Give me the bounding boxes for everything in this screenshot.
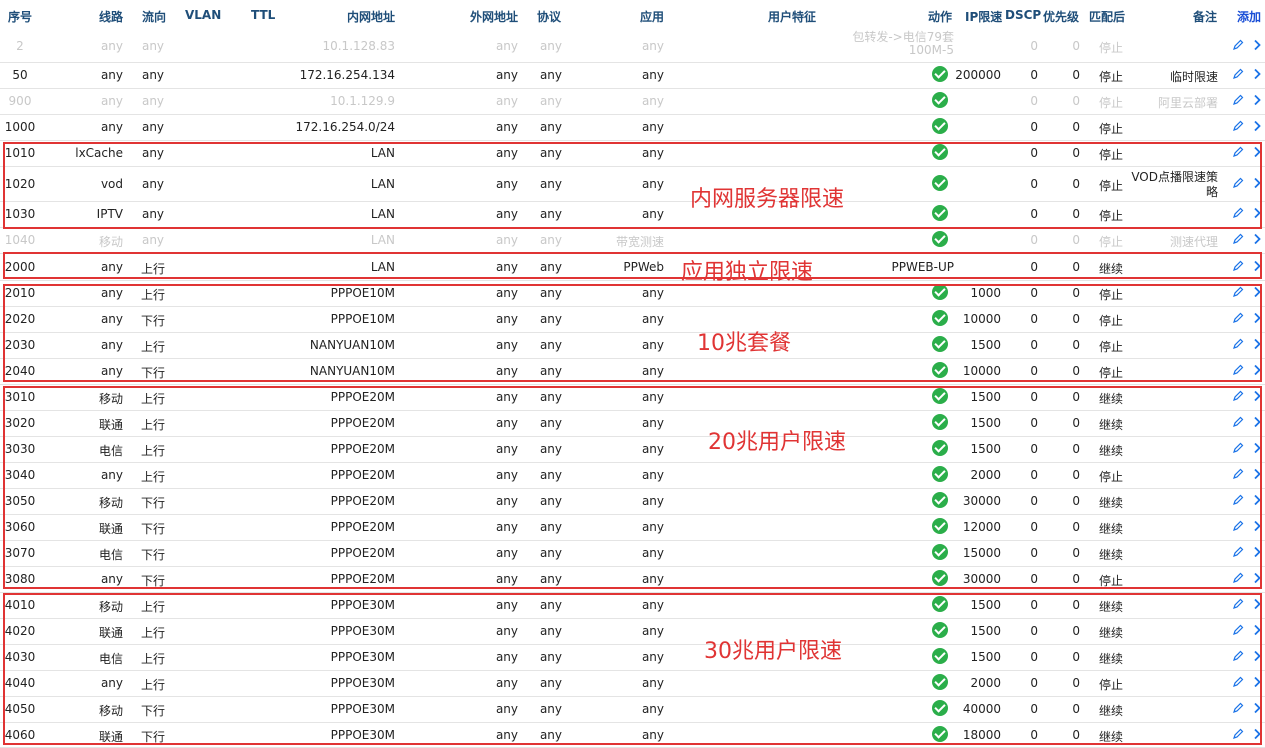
- cell-wan: any: [495, 94, 518, 108]
- cell-note: 阿里云部署: [1157, 96, 1218, 110]
- cell-proto: any: [539, 39, 562, 53]
- cell-app: any: [641, 120, 664, 134]
- cell-wan: any: [495, 120, 518, 134]
- col-dir[interactable]: 流向: [142, 8, 166, 25]
- cell-seq: 1040: [4, 233, 36, 247]
- cell-prio: 0: [1072, 94, 1080, 108]
- cell-after: 停止: [1099, 41, 1124, 55]
- col-seq[interactable]: 序号: [8, 8, 32, 25]
- cell-app: any: [641, 68, 664, 82]
- col-ttl[interactable]: TTL: [251, 8, 275, 22]
- cell-prio: 0: [1072, 68, 1080, 82]
- annotation-30m-users: 30兆用户限速: [704, 639, 842, 664]
- cell-dscp: 0: [1030, 233, 1038, 247]
- pencil-icon[interactable]: [1232, 39, 1244, 51]
- pencil-icon[interactable]: [1232, 233, 1244, 245]
- check-circle-icon: [932, 92, 948, 108]
- col-action[interactable]: 动作: [928, 8, 952, 25]
- cell-proto: any: [539, 94, 562, 108]
- annotation-app-limit: 应用独立限速: [681, 260, 814, 285]
- chevron-right-icon[interactable]: [1252, 120, 1262, 132]
- cell-proto: any: [539, 120, 562, 134]
- cell-dir: any: [141, 94, 165, 108]
- cell-lan: LAN: [370, 233, 395, 247]
- col-lan[interactable]: 内网地址: [347, 8, 395, 25]
- cell-dir: any: [141, 120, 165, 134]
- cell-lan: 172.16.254.0/24: [295, 120, 395, 134]
- col-app[interactable]: 应用: [640, 8, 664, 25]
- check-circle-icon: [932, 66, 948, 82]
- col-iplimit[interactable]: IP限速: [965, 8, 1002, 25]
- cell-proto: any: [539, 233, 562, 247]
- cell-line: 移动: [98, 235, 123, 249]
- cell-note: 测速代理: [1169, 235, 1218, 249]
- cell-app: 带宽测速: [615, 235, 664, 249]
- cell-line: any: [100, 68, 123, 82]
- cell-dscp: 0: [1030, 68, 1038, 82]
- cell-line: any: [100, 94, 123, 108]
- col-note[interactable]: 备注: [1193, 8, 1217, 25]
- cell-proto: any: [539, 68, 562, 82]
- cell-app: any: [641, 94, 664, 108]
- cell-wan: any: [495, 39, 518, 53]
- table-row[interactable]: 2 any any 10.1.128.83 any any any 包转发->电信79套 100…: [0, 30, 1265, 63]
- cell-action-text-2: 100M-5: [908, 43, 954, 57]
- cell-seq: 50: [12, 68, 28, 82]
- cell-seq: 1000: [4, 120, 36, 134]
- pencil-icon[interactable]: [1232, 94, 1244, 106]
- table-row[interactable]: 50 any any 172.16.254.134 any any any 200000 0 0 停…: [0, 62, 1265, 89]
- cell-lan: 10.1.128.83: [322, 39, 395, 53]
- col-userfeat[interactable]: 用户特征: [768, 8, 816, 25]
- annotation-10m-plan: 10兆套餐: [697, 331, 791, 356]
- cell-seq: 2: [16, 39, 24, 53]
- cell-prio: 0: [1072, 120, 1080, 134]
- chevron-right-icon[interactable]: [1252, 233, 1262, 245]
- chevron-right-icon[interactable]: [1252, 68, 1262, 80]
- col-wan[interactable]: 外网地址: [470, 8, 518, 25]
- annotation-box-app-limit: [3, 252, 1262, 279]
- col-after[interactable]: 匹配后: [1089, 8, 1125, 25]
- cell-line: any: [100, 39, 123, 53]
- cell-dscp: 0: [1030, 94, 1038, 108]
- cell-wan: any: [495, 68, 518, 82]
- annotation-20m-users: 20兆用户限速: [708, 430, 846, 455]
- col-vlan[interactable]: VLAN: [185, 8, 221, 22]
- table-row[interactable]: 1000 any any 172.16.254.0/24 any any any 0 0 停止: [0, 114, 1265, 141]
- cell-prio: 0: [1072, 39, 1080, 53]
- annotation-box-20m-users: [3, 386, 1262, 589]
- pencil-icon[interactable]: [1232, 120, 1244, 132]
- cell-lan: 172.16.254.134: [299, 68, 395, 82]
- cell-dir: any: [141, 68, 165, 82]
- annotation-box-30m-users: [3, 593, 1262, 745]
- cell-wan: any: [495, 233, 518, 247]
- cell-note: 临时限速: [1169, 70, 1218, 84]
- annotation-box-10m-plan: [3, 284, 1262, 382]
- cell-dscp: 0: [1030, 39, 1038, 53]
- check-circle-icon: [932, 231, 948, 247]
- col-line[interactable]: 线路: [99, 8, 123, 25]
- col-dscp[interactable]: DSCP: [1005, 8, 1041, 22]
- col-proto[interactable]: 协议: [537, 8, 561, 25]
- cell-iplimit: 200000: [955, 68, 1001, 82]
- chevron-right-icon[interactable]: [1252, 94, 1262, 106]
- cell-prio: 0: [1072, 233, 1080, 247]
- cell-dir: any: [141, 233, 165, 247]
- cell-after: 停止: [1099, 122, 1124, 136]
- pencil-icon[interactable]: [1232, 68, 1244, 80]
- annotation-box-lan-servers: [3, 142, 1262, 229]
- cell-seq: 900: [8, 94, 32, 108]
- annotation-lan-servers: 内网服务器限速: [690, 187, 845, 212]
- cell-line: any: [100, 120, 123, 134]
- col-prio[interactable]: 优先级: [1043, 8, 1079, 25]
- check-circle-icon: [932, 118, 948, 134]
- add-button[interactable]: 添加: [1237, 8, 1261, 25]
- chevron-right-icon[interactable]: [1252, 39, 1262, 51]
- cell-app: any: [641, 39, 664, 53]
- table-header: 序号 线路 流向 VLAN TTL 内网地址 外网地址 协议 应用 用户特征 动…: [0, 0, 1265, 30]
- table-row[interactable]: 900 any any 10.1.129.9 any any any 0 0 停止 阿里云部署: [0, 88, 1265, 115]
- table-row[interactable]: 1040 移动 any LAN any any 带宽测速 0 0 停止 测速代理: [0, 227, 1265, 254]
- cell-lan: 10.1.129.9: [330, 94, 395, 108]
- cell-dir: any: [141, 39, 165, 53]
- cell-dscp: 0: [1030, 120, 1038, 134]
